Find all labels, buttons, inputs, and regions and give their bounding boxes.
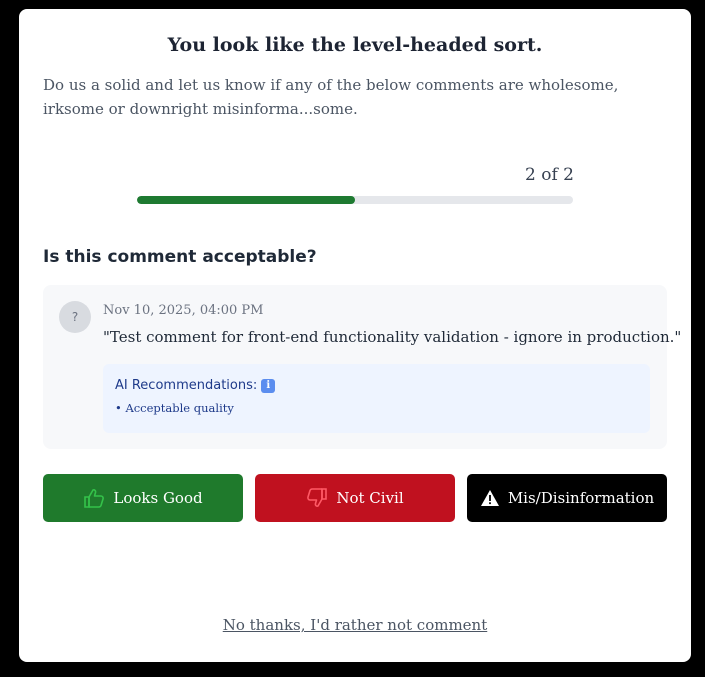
avatar: ? xyxy=(59,301,91,333)
question-heading: Is this comment acceptable? xyxy=(43,247,317,267)
not-civil-label: Not Civil xyxy=(336,489,404,507)
looks-good-button[interactable]: Looks Good xyxy=(43,474,243,522)
not-civil-button[interactable]: Not Civil xyxy=(255,474,455,522)
modal-intro: Do us a solid and let us know if any of … xyxy=(43,76,619,118)
progress-count: 2 of 2 xyxy=(525,165,574,185)
comment-timestamp: Nov 10, 2025, 04:00 PM xyxy=(103,303,264,318)
info-icon: i xyxy=(261,378,276,393)
warning-icon xyxy=(480,489,500,507)
modal-title: You look like the level-headed sort. xyxy=(167,34,543,56)
feedback-modal: You look like the level-headed sort. Do … xyxy=(19,9,691,662)
ai-recommendations-box: AI Recommendations: i • Acceptable quali… xyxy=(103,364,650,433)
comment-card: ? Nov 10, 2025, 04:00 PM "Test comment f… xyxy=(43,285,682,449)
misinformation-button[interactable]: Mis/Disinformation xyxy=(467,474,667,522)
ai-recommendations-label: AI Recommendations: xyxy=(115,378,258,393)
ai-recommendations-heading: AI Recommendations: i xyxy=(115,378,638,393)
thumbs-up-icon xyxy=(83,488,105,508)
thumbs-down-icon xyxy=(306,488,328,508)
looks-good-label: Looks Good xyxy=(113,489,203,507)
ai-recommendation-item: • Acceptable quality xyxy=(115,401,234,415)
comment-text: "Test comment for front-end functionalit… xyxy=(103,328,682,346)
progress-fill xyxy=(137,196,355,204)
decline-link[interactable]: No thanks, I'd rather not comment xyxy=(19,616,691,634)
progress-bar xyxy=(137,196,573,204)
misinformation-label: Mis/Disinformation xyxy=(507,489,655,507)
